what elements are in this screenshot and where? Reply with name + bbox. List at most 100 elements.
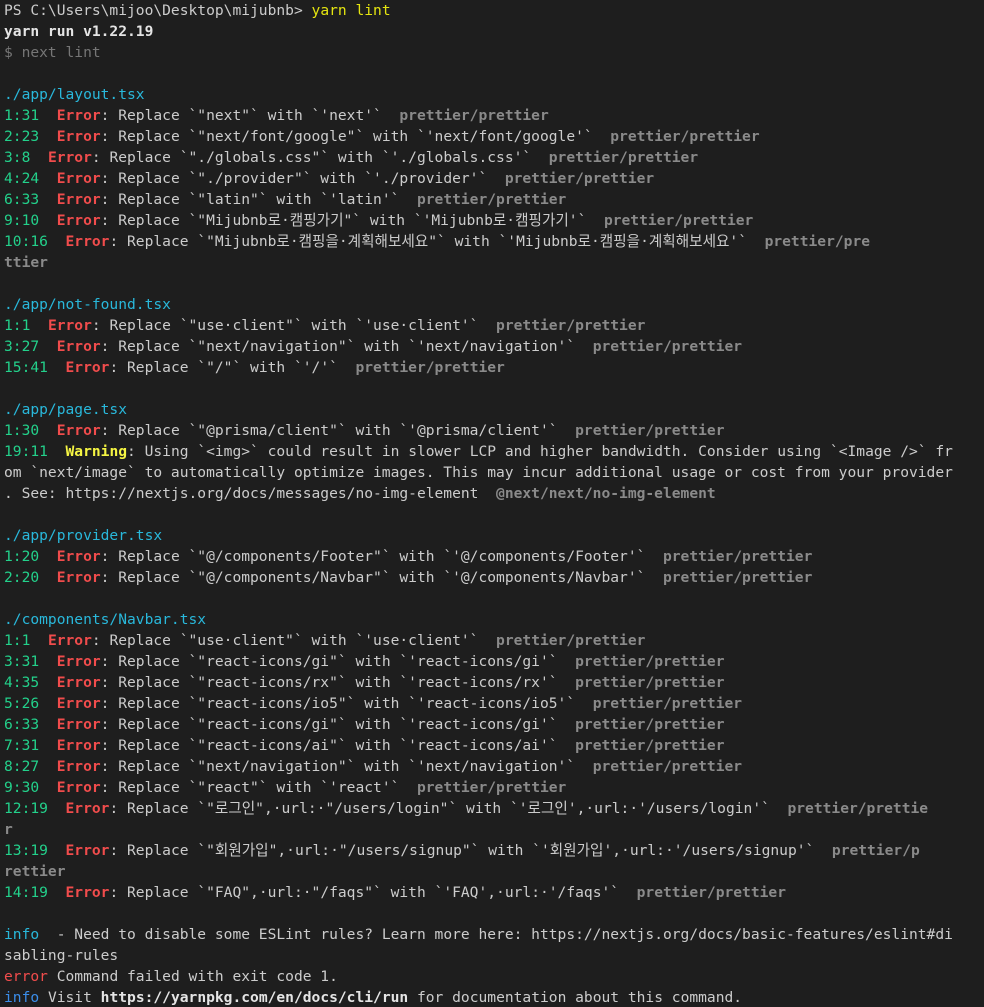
- text-segment: Visit: [39, 989, 101, 1006]
- terminal-line: 12:19 Error: Replace `"로그인",·url:·"/user…: [4, 798, 984, 819]
- text-segment: : Replace `"react-icons/io5"` with `'rea…: [100, 695, 593, 712]
- terminal-line: 1:31 Error: Replace `"next"` with `'next…: [4, 105, 984, 126]
- error-label: Error: [56, 737, 101, 754]
- rule-name: prettier/prettier: [575, 422, 725, 439]
- rule-name: prettier/prettier: [399, 107, 549, 124]
- terminal-line: ./app/page.tsx: [4, 399, 984, 420]
- terminal-line: 3:27 Error: Replace `"next/navigation"` …: [4, 336, 984, 357]
- terminal-line: 13:19 Error: Replace `"회원가입",·url:·"/use…: [4, 840, 984, 861]
- info-prefix: info: [4, 989, 40, 1006]
- line-location: 2:23: [4, 128, 57, 145]
- error-label: Error: [65, 359, 110, 376]
- terminal-line: error Command failed with exit code 1.: [4, 966, 984, 987]
- rule-name: prettier/prettier: [610, 128, 760, 145]
- rule-name: prettier/prettier: [355, 359, 505, 376]
- text-segment: : Replace `"Mijubnb로·캠핑가기"` with `'Mijub…: [100, 212, 604, 229]
- text-segment: : Replace `"./globals.css"` with `'./glo…: [91, 149, 549, 166]
- doc-link[interactable]: https://yarnpkg.com/en/docs/cli/run: [101, 989, 409, 1006]
- terminal-line: ./app/layout.tsx: [4, 84, 984, 105]
- error-label: Error: [56, 212, 101, 229]
- terminal-line: 14:19 Error: Replace `"FAQ",·url:·"/faqs…: [4, 882, 984, 903]
- error-label: Error: [56, 128, 101, 145]
- error-label: Error: [65, 233, 110, 250]
- terminal-line: 1:30 Error: Replace `"@prisma/client"` w…: [4, 420, 984, 441]
- error-label: Error: [47, 149, 92, 166]
- line-location: 3:8: [4, 149, 48, 166]
- text-segment: om `next/image` to automatically optimiz…: [4, 464, 953, 481]
- text-segment: PS C:\Users\mijoo\Desktop\mijubnb>: [4, 2, 312, 19]
- text-segment: sabling-rules: [4, 947, 119, 964]
- line-location: 1:20: [4, 548, 57, 565]
- text-segment: : Replace `"@/components/Footer"` with `…: [100, 548, 663, 565]
- line-location: 6:33: [4, 191, 57, 208]
- terminal-output: PS C:\Users\mijoo\Desktop\mijubnb> yarn …: [0, 0, 984, 1007]
- terminal-line: . See: https://nextjs.org/docs/messages/…: [4, 483, 984, 504]
- line-location: 9:30: [4, 779, 57, 796]
- text-segment: : Replace `"latin"` with `'latin'`: [100, 191, 417, 208]
- rule-name: prettier/prettier: [504, 170, 655, 187]
- terminal-line: 10:16 Error: Replace `"Mijubnb로·캠핑을·계획해보…: [4, 231, 984, 252]
- terminal-line: yarn run v1.22.19: [4, 21, 984, 42]
- rule-name: prettier/prettie: [787, 800, 929, 817]
- line-location: 14:19: [4, 884, 66, 901]
- rule-name: prettier/p: [831, 842, 920, 859]
- line-location: 1:30: [4, 422, 57, 439]
- rule-name: prettier/prettier: [496, 632, 646, 649]
- text-segment: : Replace `"Mijubnb로·캠핑을·계획해보세요"` with `…: [109, 233, 765, 250]
- terminal-line: 19:11 Warning: Using `<img>` could resul…: [4, 441, 984, 462]
- text-segment: : Replace `"react-icons/ai"` with `'reac…: [100, 737, 576, 754]
- text-segment: . See: https://nextjs.org/docs/messages/…: [4, 485, 497, 502]
- terminal-line: rettier: [4, 861, 984, 882]
- line-location: 13:19: [4, 842, 66, 859]
- line-location: 12:19: [4, 800, 66, 817]
- text-segment: : Replace `"react"` with `'react'`: [100, 779, 417, 796]
- line-location: 1:1: [4, 632, 48, 649]
- terminal-line: sabling-rules: [4, 945, 984, 966]
- error-label: Error: [56, 422, 101, 439]
- line-location: 5:26: [4, 695, 57, 712]
- error-label: Error: [56, 674, 101, 691]
- rule-name: prettier/prettier: [592, 338, 743, 355]
- text-segment: : Replace `"로그인",·url:·"/users/login"` w…: [109, 800, 788, 817]
- rule-name: prettier/prettier: [416, 191, 567, 208]
- line-location: 8:27: [4, 758, 57, 775]
- rule-name: prettier/prettier: [548, 149, 699, 166]
- text-segment: : Replace `"react-icons/gi"` with `'reac…: [100, 716, 576, 733]
- command-echo-text: $ next lint: [4, 44, 101, 61]
- terminal-line: 6:33 Error: Replace `"latin"` with `'lat…: [4, 189, 984, 210]
- terminal-line: 15:41 Error: Replace `"/"` with `'/'` pr…: [4, 357, 984, 378]
- line-location: 3:27: [4, 338, 57, 355]
- text-segment: : Replace `"use·client"` with `'use·clie…: [91, 317, 497, 334]
- terminal-line: ./app/provider.tsx: [4, 525, 984, 546]
- terminal-line: ttier: [4, 252, 984, 273]
- line-location: 4:24: [4, 170, 57, 187]
- terminal-line: 8:27 Error: Replace `"next/navigation"` …: [4, 756, 984, 777]
- command-text: yarn lint: [311, 2, 391, 19]
- rule-name: prettier/prettier: [636, 884, 786, 901]
- rule-name: prettier/prettier: [592, 758, 743, 775]
- error-label: Error: [56, 170, 101, 187]
- rule-name: prettier/pre: [764, 233, 871, 250]
- file-path: ./app/not-found.tsx: [4, 296, 171, 313]
- text-segment: : Replace `"next/font/google"` with `'ne…: [100, 128, 611, 145]
- file-path: ./components/Navbar.tsx: [4, 611, 207, 628]
- text-segment: : Replace `"react-icons/gi"` with `'reac…: [100, 653, 576, 670]
- file-path: ./app/page.tsx: [4, 401, 128, 418]
- terminal-line: info Visit https://yarnpkg.com/en/docs/c…: [4, 987, 984, 1007]
- terminal-line: om `next/image` to automatically optimiz…: [4, 462, 984, 483]
- rule-name: r: [4, 821, 13, 838]
- line-location: 3:31: [4, 653, 57, 670]
- terminal-line: ./components/Navbar.tsx: [4, 609, 984, 630]
- warning-label: Warning: [65, 443, 128, 460]
- text-segment: : Replace `"next/navigation"` with `'nex…: [100, 338, 593, 355]
- rule-name: prettier/prettier: [575, 737, 725, 754]
- line-location: 9:10: [4, 212, 57, 229]
- terminal-line: 4:24 Error: Replace `"./provider"` with …: [4, 168, 984, 189]
- error-label: Error: [56, 758, 101, 775]
